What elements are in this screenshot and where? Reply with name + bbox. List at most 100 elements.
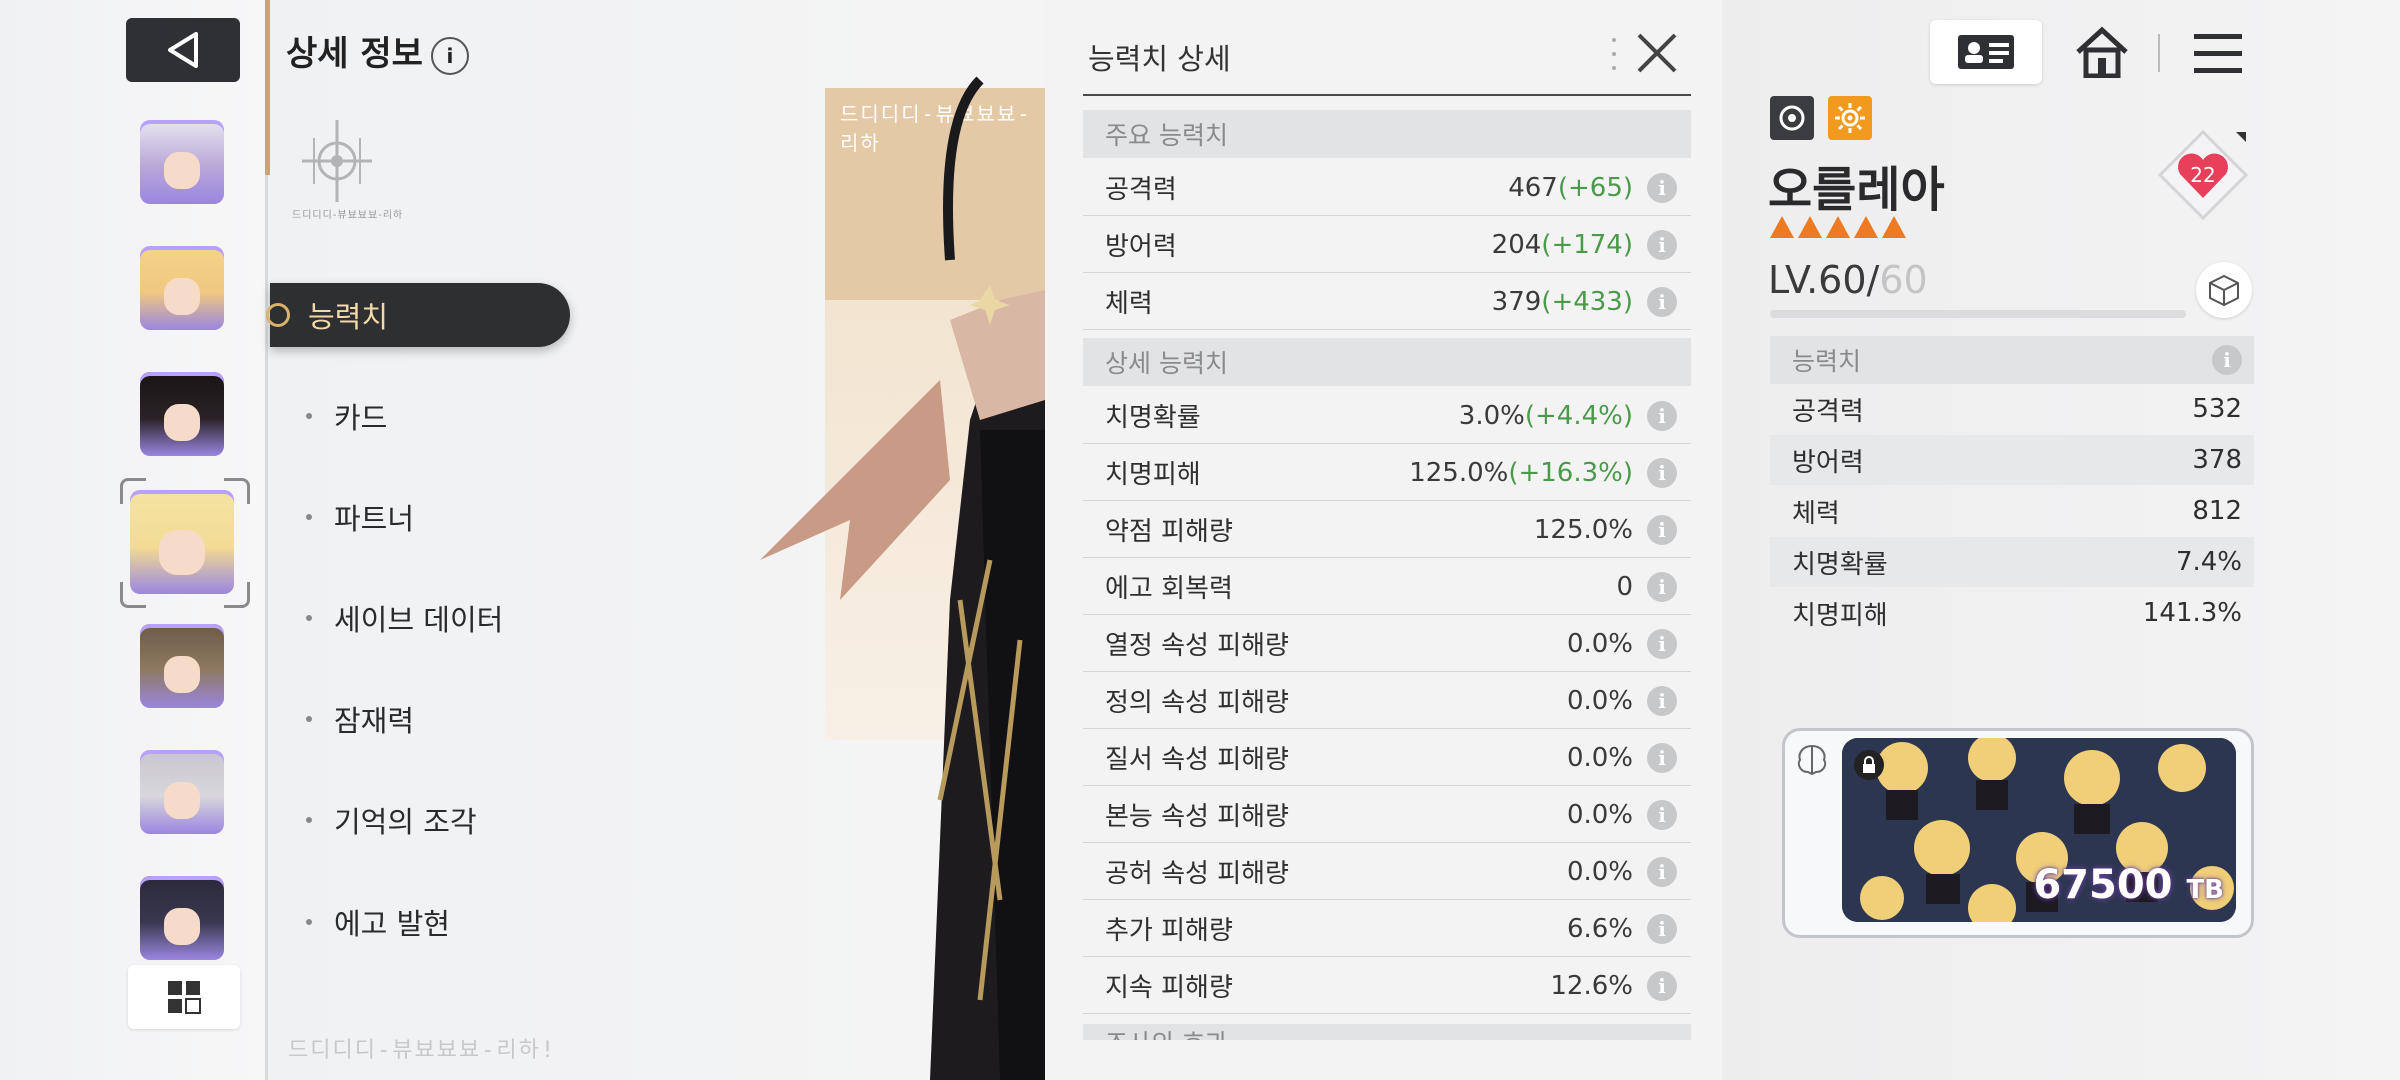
stat-base-value: 0.0% [1566,742,1633,773]
menu-item[interactable]: 에고 발현 [270,890,570,954]
summary-label: 치명확률 [1792,549,1888,580]
stat-bonus-value: (+4.4%) [1524,400,1633,431]
stat-row: 치명피해 125.0%(+16.3%) i [1083,445,1691,501]
info-icon[interactable]: i [1647,400,1677,431]
menu-item-label: 능력치 [308,300,389,334]
info-icon[interactable]: i [1647,799,1677,830]
info-icon[interactable]: i [1647,628,1677,659]
stat-base-value: 379 [1491,286,1542,317]
rarity-stars [1770,216,1906,238]
faction-emblem-icon [302,120,372,202]
menu-item[interactable]: 세이브 데이터 [270,586,570,650]
affection-badge[interactable]: 22 [2158,130,2248,220]
stat-label: 공허 속성 피해량 [1105,859,1289,889]
info-icon[interactable]: i [1647,685,1677,716]
stat-value: 0 [1616,572,1633,602]
cube-view-button[interactable] [2196,262,2252,318]
close-button[interactable] [1634,30,1680,76]
stat-label: 방어력 [1105,232,1177,262]
page-title-text: 상세 정보 [286,34,423,74]
class-badge [1770,96,1814,140]
affection-level: 22 [2190,163,2215,187]
grid-view-button[interactable] [128,965,240,1029]
summary-header: 능력치 i [1770,336,2254,384]
bottom-code-text: 드디디디-뷰뵤뵤뵤-리하! [288,1038,557,1063]
menu-bullet-icon [306,514,312,520]
info-icon[interactable]: i [1647,856,1677,887]
info-icon[interactable]: i [1647,514,1677,545]
stat-label: 에고 회복력 [1105,574,1233,604]
menu-bullet-icon [306,615,312,621]
info-icon[interactable]: i [1647,571,1677,602]
avatar-face [163,277,201,315]
stat-label: 체력 [1105,289,1153,319]
character-art: 드디디디-뷰뵤뵤뵤-리하 [700,0,1045,1080]
stat-label: 추가 피해량 [1105,916,1233,946]
stat-row: 약점 피해량 125.0% i [1083,502,1691,558]
memory-card-image[interactable]: 67500 TB [1842,738,2236,922]
character-avatar[interactable] [140,876,224,960]
menu-item[interactable]: 능력치 [266,283,570,347]
menu-bullet-icon [306,919,312,925]
info-icon[interactable]: i [2212,345,2242,375]
main-menu-button[interactable] [2190,26,2246,82]
menu-item[interactable]: 잠재력 [270,687,570,751]
stat-value: 3.0%(+4.4%) [1459,401,1633,431]
stat-base-value: 6.6% [1566,913,1633,944]
character-avatar[interactable] [140,372,224,456]
menu-item-label: 기억의 조각 [334,805,477,839]
stat-bonus-value: (+65) [1557,172,1633,203]
menu-item[interactable]: 기억의 조각 [270,788,570,852]
info-icon[interactable]: i [1647,457,1677,488]
character-avatar[interactable] [140,624,224,708]
back-triangle-icon [168,32,198,68]
stat-base-value: 3.0% [1458,400,1525,431]
stat-label: 치명확률 [1105,403,1201,433]
stat-value: 0.0% [1567,686,1633,716]
drag-handle-icon[interactable] [1612,34,1616,74]
summary-label: 치명피해 [1792,600,1888,631]
info-icon[interactable]: i [1647,172,1677,203]
selected-avatar-frame [120,478,250,608]
stat-value: 6.6% [1567,914,1633,944]
home-icon [2076,26,2128,78]
summary-row: 체력 812 [1770,486,2254,536]
character-name: 오를레아 [1768,162,1945,218]
info-icon[interactable]: i [430,36,469,75]
back-button[interactable] [126,18,240,82]
hamburger-icon [2194,34,2242,73]
stat-base-value: 0.0% [1566,856,1633,887]
stat-value: 204(+174) [1492,230,1633,260]
character-avatar[interactable] [140,120,224,204]
stat-value: 125.0% [1534,515,1633,545]
profile-card-button[interactable] [1930,20,2042,84]
element-badge [1828,96,1872,140]
summary-value: 532 [2192,394,2242,424]
stat-bonus-value: (+174) [1541,229,1633,260]
menu-item[interactable]: 파트너 [270,485,570,549]
summary-row: 공격력 532 [1770,384,2254,434]
info-icon[interactable]: i [1647,970,1677,1001]
next-section-header: 조사의 효과 [1083,1024,1691,1040]
info-icon[interactable]: i [1647,229,1677,260]
avatar-face [163,655,201,693]
stat-value: 0.0% [1567,629,1633,659]
info-icon[interactable]: i [1647,913,1677,944]
home-button[interactable] [2072,22,2132,82]
panel-title: 능력치 상세 [1088,42,1231,76]
stat-label: 본능 속성 피해량 [1105,802,1289,832]
menu-item[interactable]: 카드 [270,384,570,448]
stat-base-value: 204 [1491,229,1542,260]
stat-label: 정의 속성 피해량 [1105,688,1289,718]
summary-value: 141.3% [2142,598,2242,628]
menu-item-label: 카드 [334,401,388,435]
menu-item-label: 잠재력 [334,704,415,738]
sun-icon [1835,103,1865,133]
info-icon[interactable]: i [1647,286,1677,317]
character-avatar[interactable] [140,750,224,834]
character-avatar[interactable] [140,246,224,330]
stat-row: 체력 379(+433) i [1083,274,1691,330]
star-icon [1882,216,1906,238]
info-icon[interactable]: i [1647,742,1677,773]
stat-row: 추가 피해량 6.6% i [1083,901,1691,957]
